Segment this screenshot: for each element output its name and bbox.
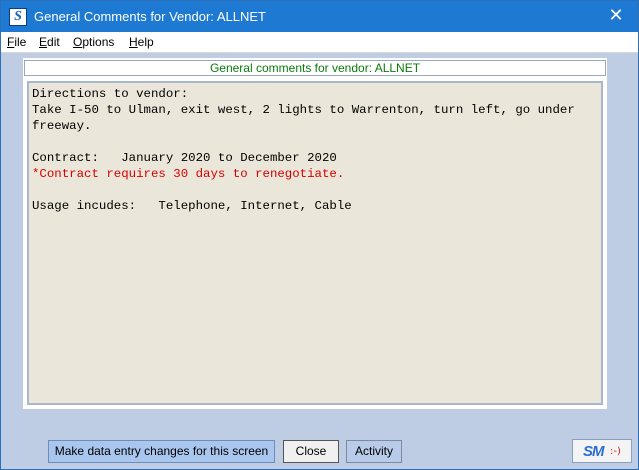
menu-options[interactable]: Options: [73, 35, 114, 49]
content-area: General comments for vendor: ALLNET Dire…: [23, 58, 607, 409]
comment-line: [32, 134, 598, 150]
menu-edit-label: dit: [47, 35, 60, 49]
edit-data-entry-button[interactable]: Make data entry changes for this screen: [48, 440, 275, 463]
comment-line: Contract: January 2020 to December 2020: [32, 151, 337, 165]
menu-options-mnemonic: O: [73, 35, 83, 49]
menu-help-label: elp: [137, 35, 154, 49]
menu-options-label: ptions: [82, 35, 115, 49]
comment-line-warning: *Contract requires 30 days to renegotiat…: [32, 167, 345, 181]
close-window-icon[interactable]: ✕: [594, 1, 638, 32]
menu-file-label: ile: [14, 35, 27, 49]
menu-edit[interactable]: Edit: [39, 35, 60, 49]
comment-line: freeway.: [32, 119, 92, 133]
window-title: General Comments for Vendor: ALLNET: [34, 9, 266, 24]
close-button[interactable]: Close: [283, 440, 339, 463]
app-logo-icon[interactable]: S: [9, 8, 27, 26]
comment-line: [32, 182, 598, 198]
sm-logo-icon: SM: [583, 443, 604, 460]
activity-button[interactable]: Activity: [346, 440, 402, 463]
comments-header: General comments for vendor: ALLNET: [24, 60, 606, 76]
comment-line: Take I-50 to Ulman, exit west, 2 lights …: [32, 103, 575, 117]
sm-logo-button[interactable]: SM :-): [572, 439, 632, 463]
menu-help[interactable]: Help: [129, 35, 154, 49]
comments-text-area[interactable]: Directions to vendor: Take I-50 to Ulman…: [27, 81, 603, 405]
title-bar[interactable]: S General Comments for Vendor: ALLNET ✕: [1, 1, 638, 32]
smiley-icon: :-): [610, 446, 621, 457]
vendor-comments-window: S General Comments for Vendor: ALLNET ✕ …: [0, 0, 639, 470]
menu-bar: File Edit Options Help: [1, 32, 638, 53]
menu-edit-mnemonic: E: [39, 35, 48, 49]
comment-line: Usage incudes: Telephone, Internet, Cabl…: [32, 199, 352, 213]
menu-help-mnemonic: H: [129, 35, 138, 49]
menu-file[interactable]: File: [7, 35, 26, 49]
comment-line: Directions to vendor:: [32, 87, 189, 101]
